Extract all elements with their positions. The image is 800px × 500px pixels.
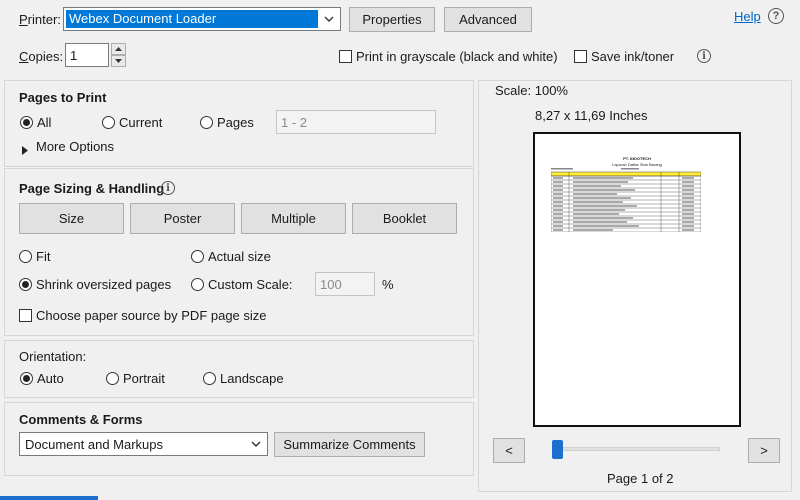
next-page-button[interactable]: >	[748, 438, 780, 463]
page-preview: PT. INDOTECH Laporan Daftar Stok Barang	[533, 132, 741, 427]
auto-orientation-label: Auto	[37, 371, 64, 386]
help-link[interactable]: Help	[734, 9, 761, 24]
copies-label: Copies:	[19, 49, 64, 64]
custom-scale-input[interactable]	[315, 272, 375, 296]
paper-source-checkbox[interactable]	[19, 309, 32, 322]
comments-forms-select[interactable]: Document and Markups	[19, 432, 268, 456]
paper-size-label: 8,27 x 11,69 Inches	[535, 108, 648, 123]
pages-to-print-panel: Pages to Print All Current Pages More Op…	[4, 80, 474, 167]
shrink-oversized-label: Shrink oversized pages	[36, 277, 172, 292]
preview-doc-subtitle: Laporan Daftar Stok Barang	[612, 162, 662, 167]
properties-button[interactable]: Properties	[349, 7, 435, 32]
orientation-title: Orientation:	[19, 349, 87, 364]
triangle-right-icon[interactable]	[21, 143, 31, 155]
actual-size-label: Actual size	[208, 249, 271, 264]
chevron-up-icon	[115, 47, 122, 51]
page-slider-thumb[interactable]	[552, 440, 563, 459]
copies-increment-button[interactable]	[111, 43, 126, 55]
auto-orientation-radio[interactable]	[20, 372, 33, 385]
chevron-right-icon: >	[760, 443, 768, 458]
page-range-radio[interactable]	[200, 116, 213, 129]
copies-decrement-button[interactable]	[111, 55, 126, 67]
poster-button[interactable]: Poster	[130, 203, 235, 234]
portrait-radio[interactable]	[106, 372, 119, 385]
custom-scale-label: Custom Scale:	[208, 277, 293, 292]
chevron-down-icon	[115, 59, 122, 63]
chevron-down-icon	[320, 10, 338, 28]
scale-label: Scale: 100%	[495, 83, 568, 98]
paper-source-label: Choose paper source by PDF page size	[36, 308, 267, 323]
percent-label: %	[382, 277, 394, 292]
chevron-down-icon	[248, 436, 264, 452]
page-sizing-title: Page Sizing & Handling	[19, 181, 165, 196]
size-button[interactable]: Size	[19, 203, 124, 234]
copies-input[interactable]	[65, 43, 109, 67]
previous-page-button[interactable]: <	[493, 438, 525, 463]
comments-forms-title: Comments & Forms	[19, 412, 143, 427]
landscape-label: Landscape	[220, 371, 284, 386]
all-pages-radio[interactable]	[20, 116, 33, 129]
save-ink-label: Save ink/toner	[591, 49, 675, 64]
booklet-button[interactable]: Booklet	[352, 203, 457, 234]
current-page-radio[interactable]	[102, 116, 115, 129]
orientation-panel: Orientation: Auto Portrait Landscape	[4, 340, 474, 398]
page-indicator: Page 1 of 2	[607, 471, 674, 486]
current-page-label: Current	[119, 115, 163, 130]
help-icon[interactable]: ?	[768, 8, 784, 24]
shrink-oversized-radio[interactable]	[19, 278, 32, 291]
grayscale-label: Print in grayscale (black and white)	[356, 49, 558, 64]
custom-scale-radio[interactable]	[191, 278, 204, 291]
comments-forms-select-value: Document and Markups	[25, 437, 164, 452]
info-icon[interactable]: i	[161, 181, 175, 195]
summarize-comments-button[interactable]: Summarize Comments	[274, 432, 425, 457]
bottom-accent-bar	[0, 496, 98, 500]
printer-select[interactable]: Webex Document Loader	[63, 7, 341, 31]
multiple-button[interactable]: Multiple	[241, 203, 346, 234]
grayscale-checkbox[interactable]	[339, 50, 352, 63]
fit-radio[interactable]	[19, 250, 32, 263]
page-range-label: Pages	[217, 115, 254, 130]
printer-select-value: Webex Document Loader	[66, 10, 318, 28]
printer-label: Printer:	[19, 12, 61, 27]
save-ink-checkbox[interactable]	[574, 50, 587, 63]
all-pages-label: All	[37, 115, 52, 130]
preview-table	[551, 168, 701, 232]
info-icon[interactable]: i	[697, 49, 711, 63]
advanced-button[interactable]: Advanced	[444, 7, 532, 32]
pages-to-print-title: Pages to Print	[19, 90, 107, 105]
portrait-label: Portrait	[123, 371, 165, 386]
landscape-radio[interactable]	[203, 372, 216, 385]
fit-label: Fit	[36, 249, 51, 264]
page-range-input[interactable]	[276, 110, 436, 134]
preview-doc-title: PT. INDOTECH	[623, 156, 651, 161]
more-options-label[interactable]: More Options	[36, 139, 114, 154]
page-slider-track[interactable]	[552, 447, 720, 451]
actual-size-radio[interactable]	[191, 250, 204, 263]
chevron-left-icon: <	[505, 443, 513, 458]
